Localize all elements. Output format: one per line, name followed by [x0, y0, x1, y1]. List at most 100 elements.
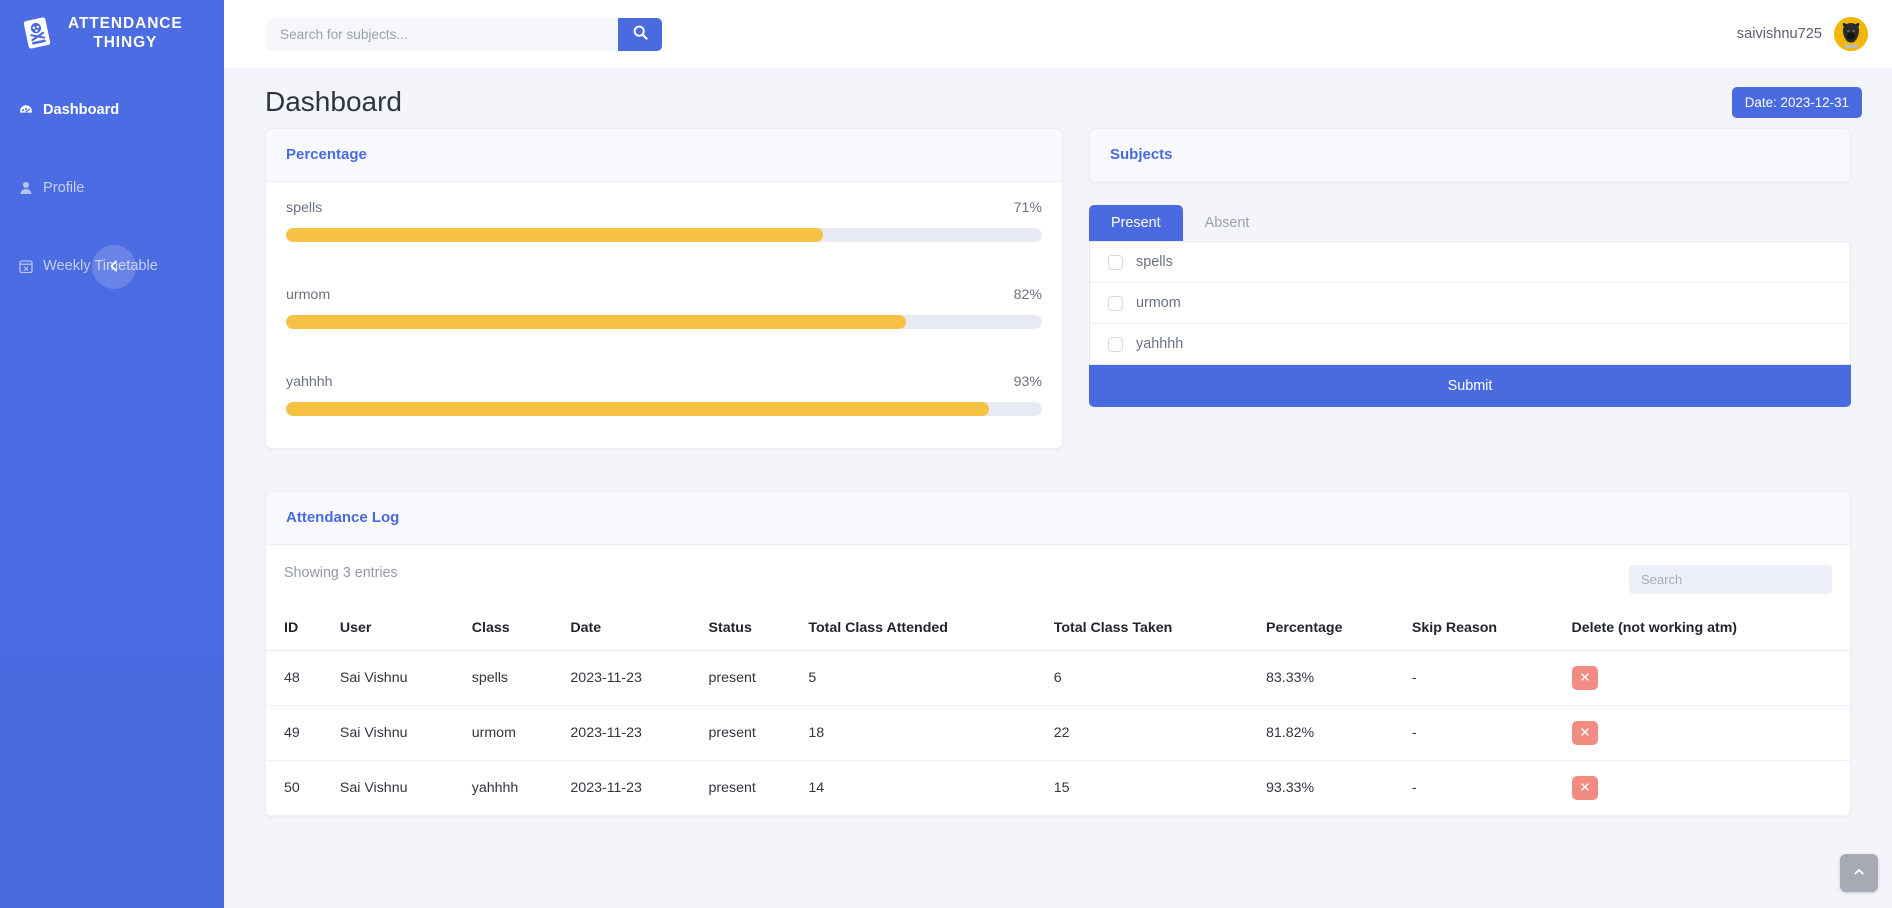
percentage-card-header: Percentage: [266, 129, 1062, 182]
delete-row-button[interactable]: [1571, 666, 1598, 690]
percentage-bar-item: yahhhh 93%: [286, 374, 1042, 416]
cell-class: yahhhh: [463, 760, 563, 816]
cell-percentage: 93.33%: [1258, 760, 1404, 816]
sidebar-collapse-button[interactable]: [92, 245, 136, 289]
subject-checkbox-row[interactable]: spells: [1090, 242, 1850, 283]
cell-taken: 6: [1045, 650, 1258, 706]
cell-class: urmom: [463, 705, 563, 761]
percentage-bar-name: yahhhh: [286, 374, 333, 390]
sidebar-item-profile[interactable]: Profile: [0, 169, 224, 207]
attendance-log-toolbar: Showing 3 entries: [266, 545, 1850, 598]
chevron-up-icon: [1852, 865, 1866, 882]
percentage-bar-labels: spells 71%: [286, 200, 1042, 216]
scroll-to-top-button[interactable]: [1840, 854, 1878, 892]
search-icon: [632, 24, 649, 44]
percentage-bar-name: spells: [286, 200, 323, 216]
cell-delete: [1563, 705, 1850, 761]
cell-status: present: [700, 705, 801, 761]
percentage-bar-labels: yahhhh 93%: [286, 374, 1042, 390]
percentage-bar-value: 93%: [1013, 374, 1042, 390]
subjects-tabs: Present Absent: [1089, 205, 1851, 241]
subject-label: urmom: [1136, 295, 1181, 311]
table-body: 48 Sai Vishnu spells 2023-11-23 present …: [266, 650, 1850, 816]
entries-count: Showing 3 entries: [284, 565, 398, 581]
close-icon: [1579, 781, 1591, 796]
gauge-icon: [18, 102, 34, 118]
cell-delete: [1563, 760, 1850, 816]
cell-status: present: [700, 650, 801, 706]
subjects-card-header: Subjects: [1090, 129, 1850, 182]
subject-label: spells: [1136, 254, 1173, 270]
subject-checkbox-row[interactable]: urmom: [1090, 283, 1850, 324]
attendance-log-card: Attendance Log Showing 3 entries ID User…: [265, 491, 1851, 817]
cell-delete: [1563, 650, 1850, 706]
avatar[interactable]: [1834, 17, 1868, 51]
tab-present[interactable]: Present: [1089, 205, 1183, 241]
page-header: Dashboard Date: 2023-12-31: [254, 68, 1862, 128]
column-header-id: ID: [266, 598, 332, 651]
page-title: Dashboard: [265, 86, 402, 117]
delete-row-button[interactable]: [1571, 776, 1598, 800]
percentage-card-title: Percentage: [286, 146, 367, 163]
percentage-bar-fill: [286, 228, 823, 242]
cell-taken: 22: [1045, 705, 1258, 761]
column-header-status: Status: [700, 598, 801, 651]
percentage-bar-value: 71%: [1013, 200, 1042, 216]
search-button[interactable]: [618, 17, 662, 51]
date-badge[interactable]: Date: 2023-12-31: [1731, 86, 1862, 118]
table-row: 48 Sai Vishnu spells 2023-11-23 present …: [266, 650, 1850, 706]
brand-title-line1: ATTENDANCE: [68, 15, 183, 32]
checkbox-icon[interactable]: [1108, 295, 1123, 311]
percentage-bar-item: spells 71%: [286, 200, 1042, 242]
subjects-section: Subjects Present Absent spells urmom yah…: [1089, 128, 1851, 407]
delete-row-button[interactable]: [1571, 721, 1598, 745]
cell-skip-reason: -: [1403, 705, 1564, 761]
percentage-card-body: spells 71% urmom 82% yahhhh 93%: [266, 182, 1062, 448]
subject-checkbox-row[interactable]: yahhhh: [1090, 324, 1850, 364]
cell-date: 2023-11-23: [562, 760, 701, 816]
column-header-total-class-attended: Total Class Attended: [800, 598, 1046, 651]
percentage-bar-item: urmom 82%: [286, 287, 1042, 329]
table-row: 50 Sai Vishnu yahhhh 2023-11-23 present …: [266, 760, 1850, 816]
page: Dashboard Date: 2023-12-31 Percentage sp…: [224, 68, 1892, 908]
table-row: 49 Sai Vishnu urmom 2023-11-23 present 1…: [266, 705, 1850, 761]
brand-title-line2: THINGY: [93, 34, 158, 52]
brand[interactable]: ATTENDANCE THINGY: [0, 0, 224, 69]
close-icon: [1579, 726, 1591, 741]
table-search-input[interactable]: [1629, 565, 1832, 594]
checkbox-icon[interactable]: [1108, 254, 1123, 270]
sidebar-item-dashboard[interactable]: Dashboard: [0, 91, 224, 129]
submit-button[interactable]: Submit: [1089, 365, 1851, 407]
cell-taken: 15: [1045, 760, 1258, 816]
percentage-card: Percentage spells 71% urmom 82% yahhhh 9…: [265, 128, 1063, 449]
skull-book-icon: [18, 14, 56, 52]
checkbox-icon[interactable]: [1108, 336, 1123, 352]
cell-class: spells: [463, 650, 563, 706]
sidebar-item-label: Dashboard: [43, 101, 120, 118]
tab-absent[interactable]: Absent: [1183, 205, 1272, 241]
column-header-class: Class: [463, 598, 563, 651]
chevron-left-icon: [106, 258, 122, 277]
user-area[interactable]: saivishnu725: [1737, 17, 1868, 51]
cell-user: Sai Vishnu: [331, 705, 464, 761]
cell-date: 2023-11-23: [562, 705, 701, 761]
cell-skip-reason: -: [1403, 760, 1564, 816]
cell-attended: 5: [800, 650, 1046, 706]
calendar-x-icon: [18, 258, 34, 274]
table-header-row: ID User Class Date Status Total Class At…: [266, 598, 1850, 651]
username-label: saivishnu725: [1736, 26, 1822, 42]
percentage-bar-name: urmom: [286, 287, 331, 303]
cell-date: 2023-11-23: [562, 650, 701, 706]
user-icon: [18, 180, 34, 196]
global-search: [266, 17, 662, 51]
content-area: saivishnu725 Dashboard: [224, 0, 1892, 908]
close-icon: [1579, 671, 1591, 686]
column-header-skip-reason: Skip Reason: [1403, 598, 1564, 651]
sidebar: ATTENDANCE THINGY Dashboard Profile Week…: [0, 0, 224, 908]
cell-attended: 18: [800, 705, 1046, 761]
search-input[interactable]: [266, 17, 618, 51]
cell-skip-reason: -: [1403, 650, 1564, 706]
sidebar-item-label: Profile: [43, 179, 85, 196]
cell-percentage: 83.33%: [1258, 650, 1404, 706]
percentage-bar-fill: [286, 402, 990, 416]
